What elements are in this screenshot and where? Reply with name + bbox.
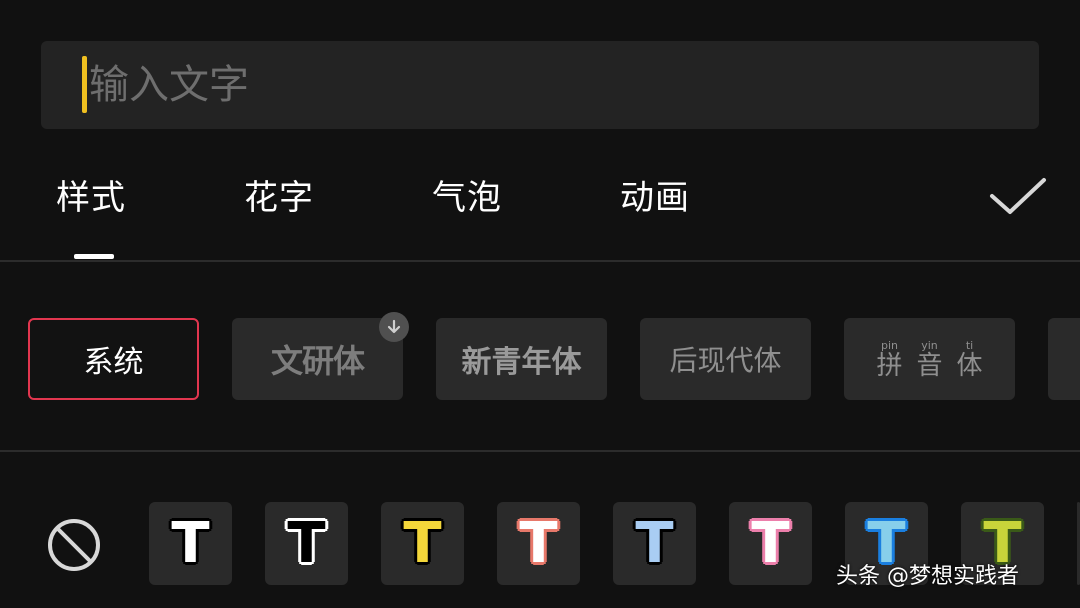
font-next-partial[interactable]: [1048, 318, 1080, 400]
text-style-glyph: T: [403, 510, 442, 576]
text-style-glyph: T: [751, 510, 790, 576]
tab-fancy-text[interactable]: 花字: [244, 170, 314, 219]
text-style-swatch[interactable]: T: [149, 502, 232, 585]
font-wenyan-label: 文研体: [270, 342, 365, 380]
text-style-glyph: T: [287, 510, 326, 576]
watermark: 头条 @梦想实践者: [836, 564, 1019, 589]
tab-bubble[interactable]: 气泡: [432, 170, 502, 219]
font-xinqingnian[interactable]: 新青年体: [436, 318, 607, 400]
text-style-glyph: T: [635, 510, 674, 576]
active-tab-indicator: [74, 254, 114, 259]
text-style-swatch[interactable]: T: [497, 502, 580, 585]
font-system[interactable]: 系统: [28, 318, 199, 400]
font-houxiandai[interactable]: 后现代体: [640, 318, 811, 400]
text-input-box[interactable]: [41, 41, 1039, 129]
no-style-icon[interactable]: [46, 517, 102, 573]
text-style-swatch[interactable]: T: [613, 502, 696, 585]
download-icon[interactable]: [379, 312, 409, 342]
fonts-divider: [0, 450, 1080, 452]
text-style-swatch[interactable]: T: [381, 502, 464, 585]
font-houxiandai-label: 后现代体: [669, 344, 782, 377]
tab-bar: 样式 花字 气泡 动画: [0, 150, 1080, 260]
text-style-glyph: T: [519, 510, 558, 576]
font-pinyin-label: pin 拼 yin 音 ti 体: [876, 338, 983, 381]
confirm-check-icon[interactable]: [986, 172, 1050, 220]
text-style-glyph: T: [171, 510, 210, 576]
tab-style[interactable]: 样式: [56, 170, 126, 219]
tabs-divider: [0, 260, 1080, 262]
text-style-swatch[interactable]: T: [265, 502, 348, 585]
text-style-swatch[interactable]: T: [729, 502, 812, 585]
font-xinqingnian-label: 新青年体: [461, 345, 582, 380]
text-input[interactable]: [85, 41, 1019, 129]
font-pinyin[interactable]: pin 拼 yin 音 ti 体: [844, 318, 1015, 400]
tab-animation[interactable]: 动画: [620, 170, 690, 219]
font-system-label: 系统: [83, 345, 144, 380]
font-wenyan[interactable]: 文研体: [232, 312, 409, 400]
